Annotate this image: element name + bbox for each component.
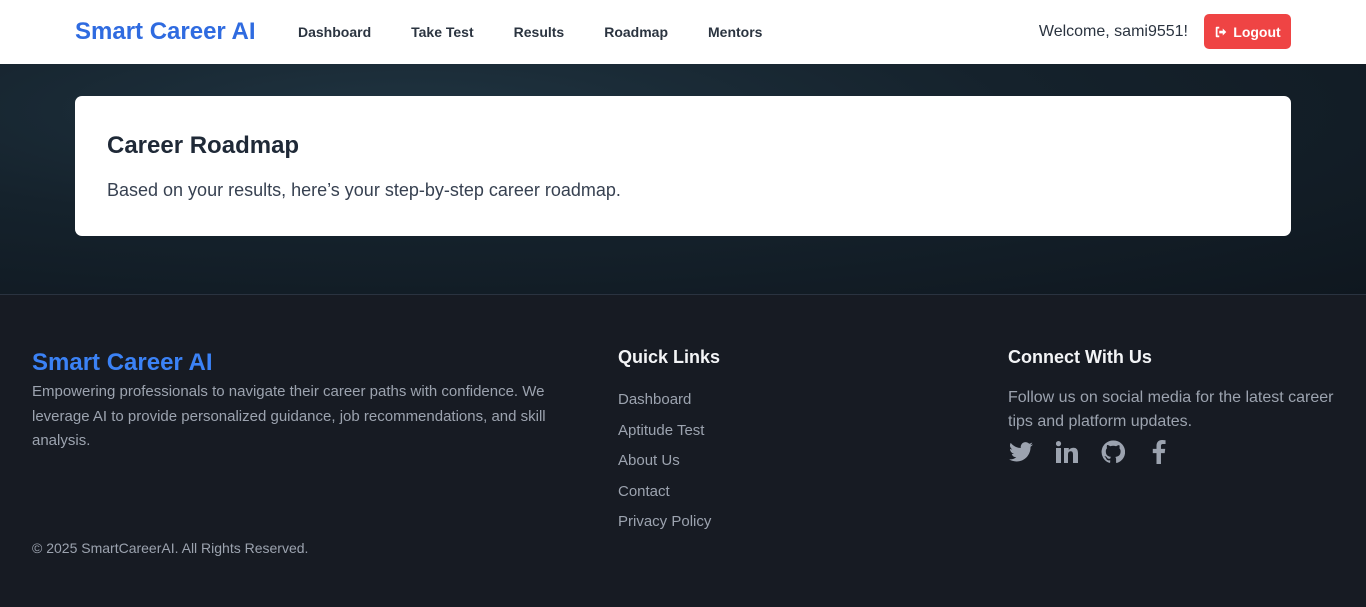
sign-out-icon (1216, 26, 1227, 37)
nav-roadmap[interactable]: Roadmap (604, 24, 668, 40)
linkedin-icon[interactable] (1054, 439, 1080, 465)
footer-copyright: © 2025 SmartCareerAI. All Rights Reserve… (32, 540, 309, 556)
hero-section: Career Roadmap Based on your results, he… (0, 64, 1366, 295)
twitter-icon[interactable] (1008, 439, 1034, 465)
roadmap-card: Career Roadmap Based on your results, he… (75, 96, 1291, 236)
welcome-text: Welcome, sami9551! (1038, 23, 1188, 40)
quick-link-privacy-policy[interactable]: Privacy Policy (618, 513, 711, 544)
page-title: Career Roadmap (107, 132, 300, 159)
footer-description: Empowering professionals to navigate the… (32, 383, 546, 449)
footer-brand: Smart Career AI (32, 349, 213, 376)
quick-links-list: Dashboard Aptitude Test About Us Contact… (618, 391, 711, 544)
site-footer: Smart Career AI Empowering professionals… (0, 295, 1366, 607)
social-links (1008, 439, 1192, 465)
page-subtitle: Based on your results, here’s your step-… (107, 180, 621, 200)
quick-link-about-us[interactable]: About Us (618, 452, 711, 483)
quick-link-contact[interactable]: Contact (618, 483, 711, 514)
nav-take-test[interactable]: Take Test (411, 24, 474, 40)
facebook-icon[interactable] (1146, 439, 1172, 465)
quick-link-aptitude-test[interactable]: Aptitude Test (618, 422, 711, 453)
connect-description: Follow us on social media for the latest… (1008, 389, 1334, 430)
github-icon[interactable] (1100, 439, 1126, 465)
nav-dashboard[interactable]: Dashboard (298, 24, 371, 40)
nav-mentors[interactable]: Mentors (708, 24, 762, 40)
nav-results[interactable]: Results (514, 24, 565, 40)
logout-label: Logout (1233, 23, 1281, 40)
connect-title: Connect With Us (1008, 347, 1152, 367)
quick-links-title: Quick Links (618, 347, 721, 367)
brand-logo[interactable]: Smart Career AI (75, 18, 256, 46)
quick-link-dashboard[interactable]: Dashboard (618, 391, 711, 422)
main-nav: Dashboard Take Test Results Roadmap Ment… (298, 24, 802, 40)
logout-button[interactable]: Logout (1204, 14, 1291, 49)
top-navbar: Smart Career AI Dashboard Take Test Resu… (0, 0, 1366, 64)
